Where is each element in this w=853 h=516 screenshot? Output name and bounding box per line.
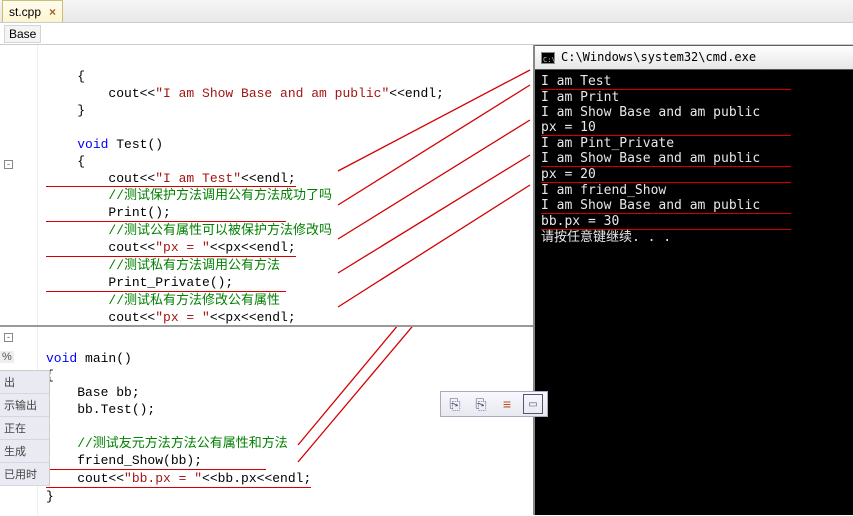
comment: //测试私有方法调用公有方法	[46, 258, 280, 273]
string-literal: "I am Show Base and am public"	[155, 86, 389, 101]
code-line: <<px<<endl;	[210, 240, 296, 255]
outline-gutter: -	[0, 45, 38, 325]
side-label: 生成	[0, 440, 49, 463]
code-line: main()	[77, 351, 132, 366]
percent-label: %	[0, 351, 14, 363]
tab-label: st.cpp	[9, 5, 41, 19]
list-icon[interactable]: ≡	[497, 394, 517, 414]
cmd-line: I am Show Base and am public	[541, 151, 791, 167]
code-line: cout<<	[46, 471, 124, 486]
tab-bar: st.cpp ×	[0, 0, 853, 23]
code-line: }	[46, 489, 54, 504]
code-line: <<endl;	[241, 171, 296, 186]
cmd-line: I am friend_Show	[541, 183, 847, 198]
side-label: 正在	[0, 417, 49, 440]
keyword: void	[46, 351, 77, 366]
window-icon[interactable]: ▭	[523, 394, 543, 414]
breadcrumb-item[interactable]: Base	[4, 25, 41, 43]
cmd-line: I am Show Base and am public	[541, 198, 791, 214]
comment: //测试友元方法方法公有属性和方法	[46, 436, 288, 451]
code-line: cout<<	[46, 240, 155, 255]
paste-icon[interactable]: ⎘	[471, 394, 491, 414]
code-line: Base bb;	[46, 385, 140, 400]
string-literal: "bb.px = "	[124, 471, 202, 486]
cmd-line: I am Show Base and am public	[541, 105, 847, 120]
cmd-line: px = 20	[541, 167, 791, 183]
code-editor-top[interactable]: - { cout<<"I am Show Base and am public"…	[0, 45, 533, 327]
comment: //测试公有属性可以被保护方法修改吗	[46, 223, 332, 238]
cmd-title-text: C:\Windows\system32\cmd.exe	[561, 50, 756, 65]
code-line: Print_Private();	[46, 274, 286, 292]
cmd-output: I am Test I am Print I am Show Base and …	[535, 70, 853, 249]
cmd-line: bb.px = 30	[541, 214, 791, 230]
code-line: {	[46, 154, 85, 169]
string-literal: "px = "	[155, 240, 210, 255]
code-line: cout<<	[46, 310, 155, 325]
string-literal: "I am Test"	[155, 171, 241, 186]
code-body-top[interactable]: { cout<<"I am Show Base and am public"<<…	[38, 45, 444, 325]
code-line: Test()	[108, 137, 163, 152]
code-line: {	[46, 69, 85, 84]
comment: //测试保护方法调用公有方法成功了吗	[46, 188, 332, 203]
side-label: 已用时	[0, 463, 49, 486]
collapse-toggle-icon[interactable]: -	[4, 160, 13, 169]
cmd-title-bar[interactable]: C:\Windows\system32\cmd.exe	[535, 46, 853, 70]
side-label: 出	[0, 371, 49, 394]
code-line: }	[46, 103, 85, 118]
code-line: <<px<<endl;	[210, 310, 296, 325]
keyword: void	[77, 137, 108, 152]
side-label: 示输出	[0, 394, 49, 417]
code-body-bottom[interactable]: void main() { Base bb; bb.Test(); //测试友元…	[38, 327, 311, 515]
code-line: cout<<	[46, 171, 155, 186]
file-tab[interactable]: st.cpp ×	[2, 0, 63, 22]
cmd-line: I am Print	[541, 90, 847, 105]
code-line: <<endl;	[389, 86, 444, 101]
side-output-labels: 出 示输出 正在 生成 已用时	[0, 370, 50, 486]
cmd-line: I am Test	[541, 74, 791, 90]
cmd-line: px = 10	[541, 120, 791, 136]
comment: //测试私有方法修改公有属性	[46, 293, 280, 308]
code-line: Print();	[46, 204, 286, 222]
collapse-toggle-icon[interactable]: -	[4, 333, 13, 342]
code-line: <<bb.px<<endl;	[202, 471, 311, 486]
cmd-line: I am Pint_Private	[541, 136, 847, 151]
floating-toolbar: ⎘ ⎘ ≡ ▭	[440, 391, 548, 417]
code-line: cout<<	[46, 86, 155, 101]
cmd-icon	[541, 52, 555, 64]
code-line: friend_Show(bb);	[46, 452, 266, 470]
string-literal: "px = "	[155, 310, 210, 325]
copy-icon[interactable]: ⎘	[445, 394, 465, 414]
close-icon[interactable]: ×	[49, 5, 56, 19]
code-editor-bottom[interactable]: - void main() { Base bb; bb.Test(); //测试…	[0, 327, 533, 515]
cmd-line: 请按任意键继续. . .	[541, 230, 847, 245]
code-line	[46, 137, 77, 152]
breadcrumb: Base	[0, 23, 853, 45]
cmd-window: C:\Windows\system32\cmd.exe I am Test I …	[535, 45, 853, 515]
code-line: bb.Test();	[46, 402, 155, 417]
